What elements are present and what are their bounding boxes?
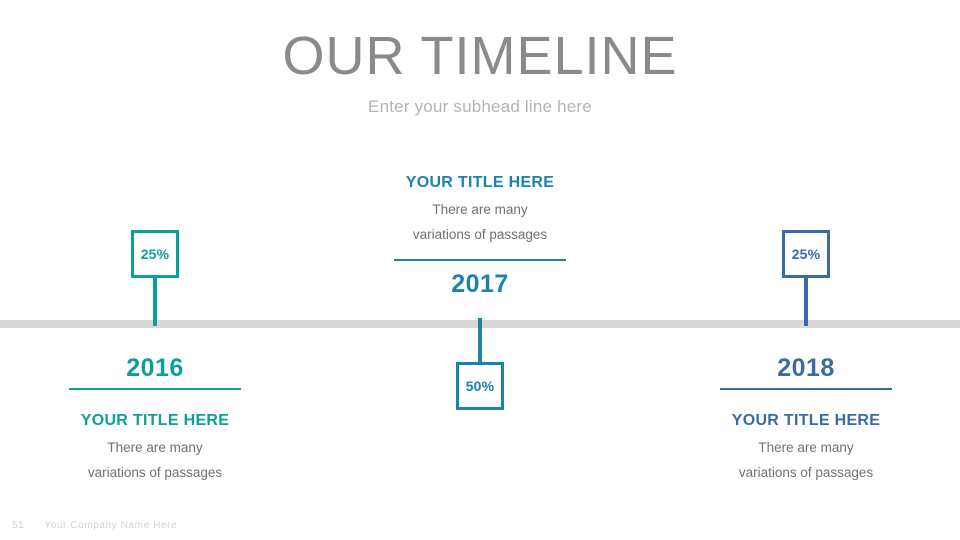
milestone-content-2016: YOUR TITLE HERE There are many variation…	[35, 388, 275, 486]
milestone-body-line1-2016: There are many	[107, 440, 203, 455]
milestone-title-2017: YOUR TITLE HERE	[405, 174, 555, 191]
milestone-divider-2016	[69, 388, 241, 390]
milestone-body-line1-2018: There are many	[758, 440, 854, 455]
slide-header: OUR TIMELINE Enter your subhead line her…	[0, 28, 960, 117]
milestone-body-line2-2016: variations of passages	[87, 464, 223, 480]
milestone-stem-2017	[478, 318, 482, 364]
page-subtitle: Enter your subhead line here	[368, 96, 592, 116]
milestone-content-2018: YOUR TITLE HERE There are many variation…	[686, 388, 926, 486]
slide-footer: 51 Your Company Name Here	[12, 520, 177, 531]
milestone-body-line1-2017: There are many	[432, 202, 528, 217]
milestone-year-2016: 2016	[126, 354, 184, 382]
page-number: 51	[12, 520, 25, 531]
milestone-divider-2018	[720, 388, 892, 390]
milestone-divider-2017	[394, 258, 566, 261]
page-title: OUR TIMELINE	[282, 26, 678, 86]
milestone-stem-2018	[804, 278, 808, 326]
milestone-body-2018: There are many variations of passages	[686, 436, 926, 486]
milestone-percent-2017[interactable]: 50%	[456, 362, 504, 410]
milestone-stem-2016	[153, 278, 157, 326]
company-name: Your Company Name Here	[44, 520, 178, 531]
milestone-year-2017: 2017	[451, 270, 509, 298]
milestone-percent-2016[interactable]: 25%	[131, 230, 179, 278]
milestone-body-2016: There are many variations of passages	[35, 436, 275, 486]
milestone-content-2017: YOUR TITLE HERE There are many variation…	[360, 174, 600, 261]
milestone-body-2017: There are many variations of passages	[360, 198, 600, 248]
milestone-body-line2-2017: variations of passages	[412, 226, 548, 242]
slide-canvas: OUR TIMELINE Enter your subhead line her…	[0, 0, 960, 540]
milestone-title-2018: YOUR TITLE HERE	[731, 412, 881, 429]
milestone-body-line2-2018: variations of passages	[738, 464, 874, 480]
milestone-title-2016: YOUR TITLE HERE	[80, 412, 230, 429]
milestone-year-2018: 2018	[777, 354, 835, 382]
milestone-percent-2018[interactable]: 25%	[782, 230, 830, 278]
